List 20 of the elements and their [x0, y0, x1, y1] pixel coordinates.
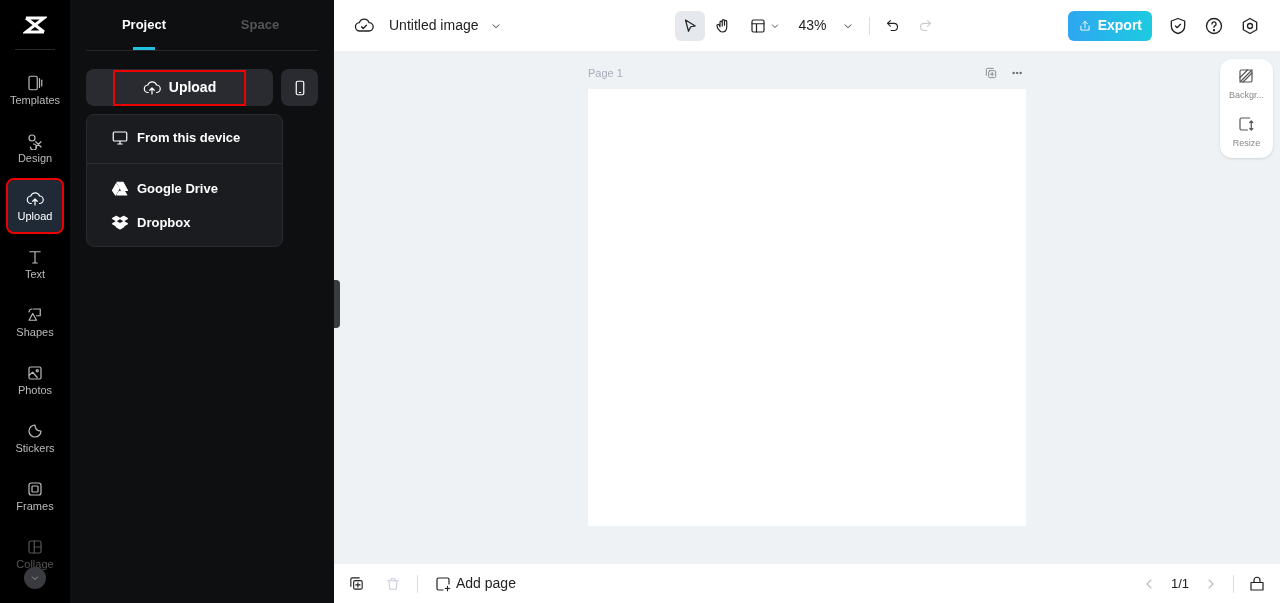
- zoom-dropdown[interactable]: 43%: [798, 15, 855, 36]
- title-dropdown[interactable]: Untitled image: [389, 15, 503, 36]
- add-page-button[interactable]: Add page: [434, 573, 516, 594]
- menu-item[interactable]: From this device: [87, 121, 282, 155]
- page-counter: 1/1: [1170, 574, 1189, 593]
- rail-tab[interactable]: Design: [8, 122, 62, 174]
- rail-tab[interactable]: Frames: [8, 470, 62, 522]
- rail-tab[interactable]: Upload: [8, 180, 62, 232]
- upload-button[interactable]: Upload: [113, 69, 246, 106]
- side-tool[interactable]: Backgr...: [1229, 67, 1264, 103]
- rail-tab[interactable]: Stickers: [8, 412, 62, 464]
- side-tool[interactable]: Resize: [1232, 114, 1261, 150]
- page-label: Page 1: [588, 65, 623, 81]
- rail-tab[interactable]: Templates: [8, 64, 62, 116]
- rail-tab[interactable]: Text: [8, 238, 62, 290]
- panel-tab[interactable]: Project: [86, 0, 202, 50]
- menu-item[interactable]: Google Drive: [87, 172, 282, 206]
- rail-tab[interactable]: Photos: [8, 354, 62, 406]
- rail-tab[interactable]: Shapes: [8, 296, 62, 348]
- menu-item[interactable]: Dropbox: [87, 206, 282, 240]
